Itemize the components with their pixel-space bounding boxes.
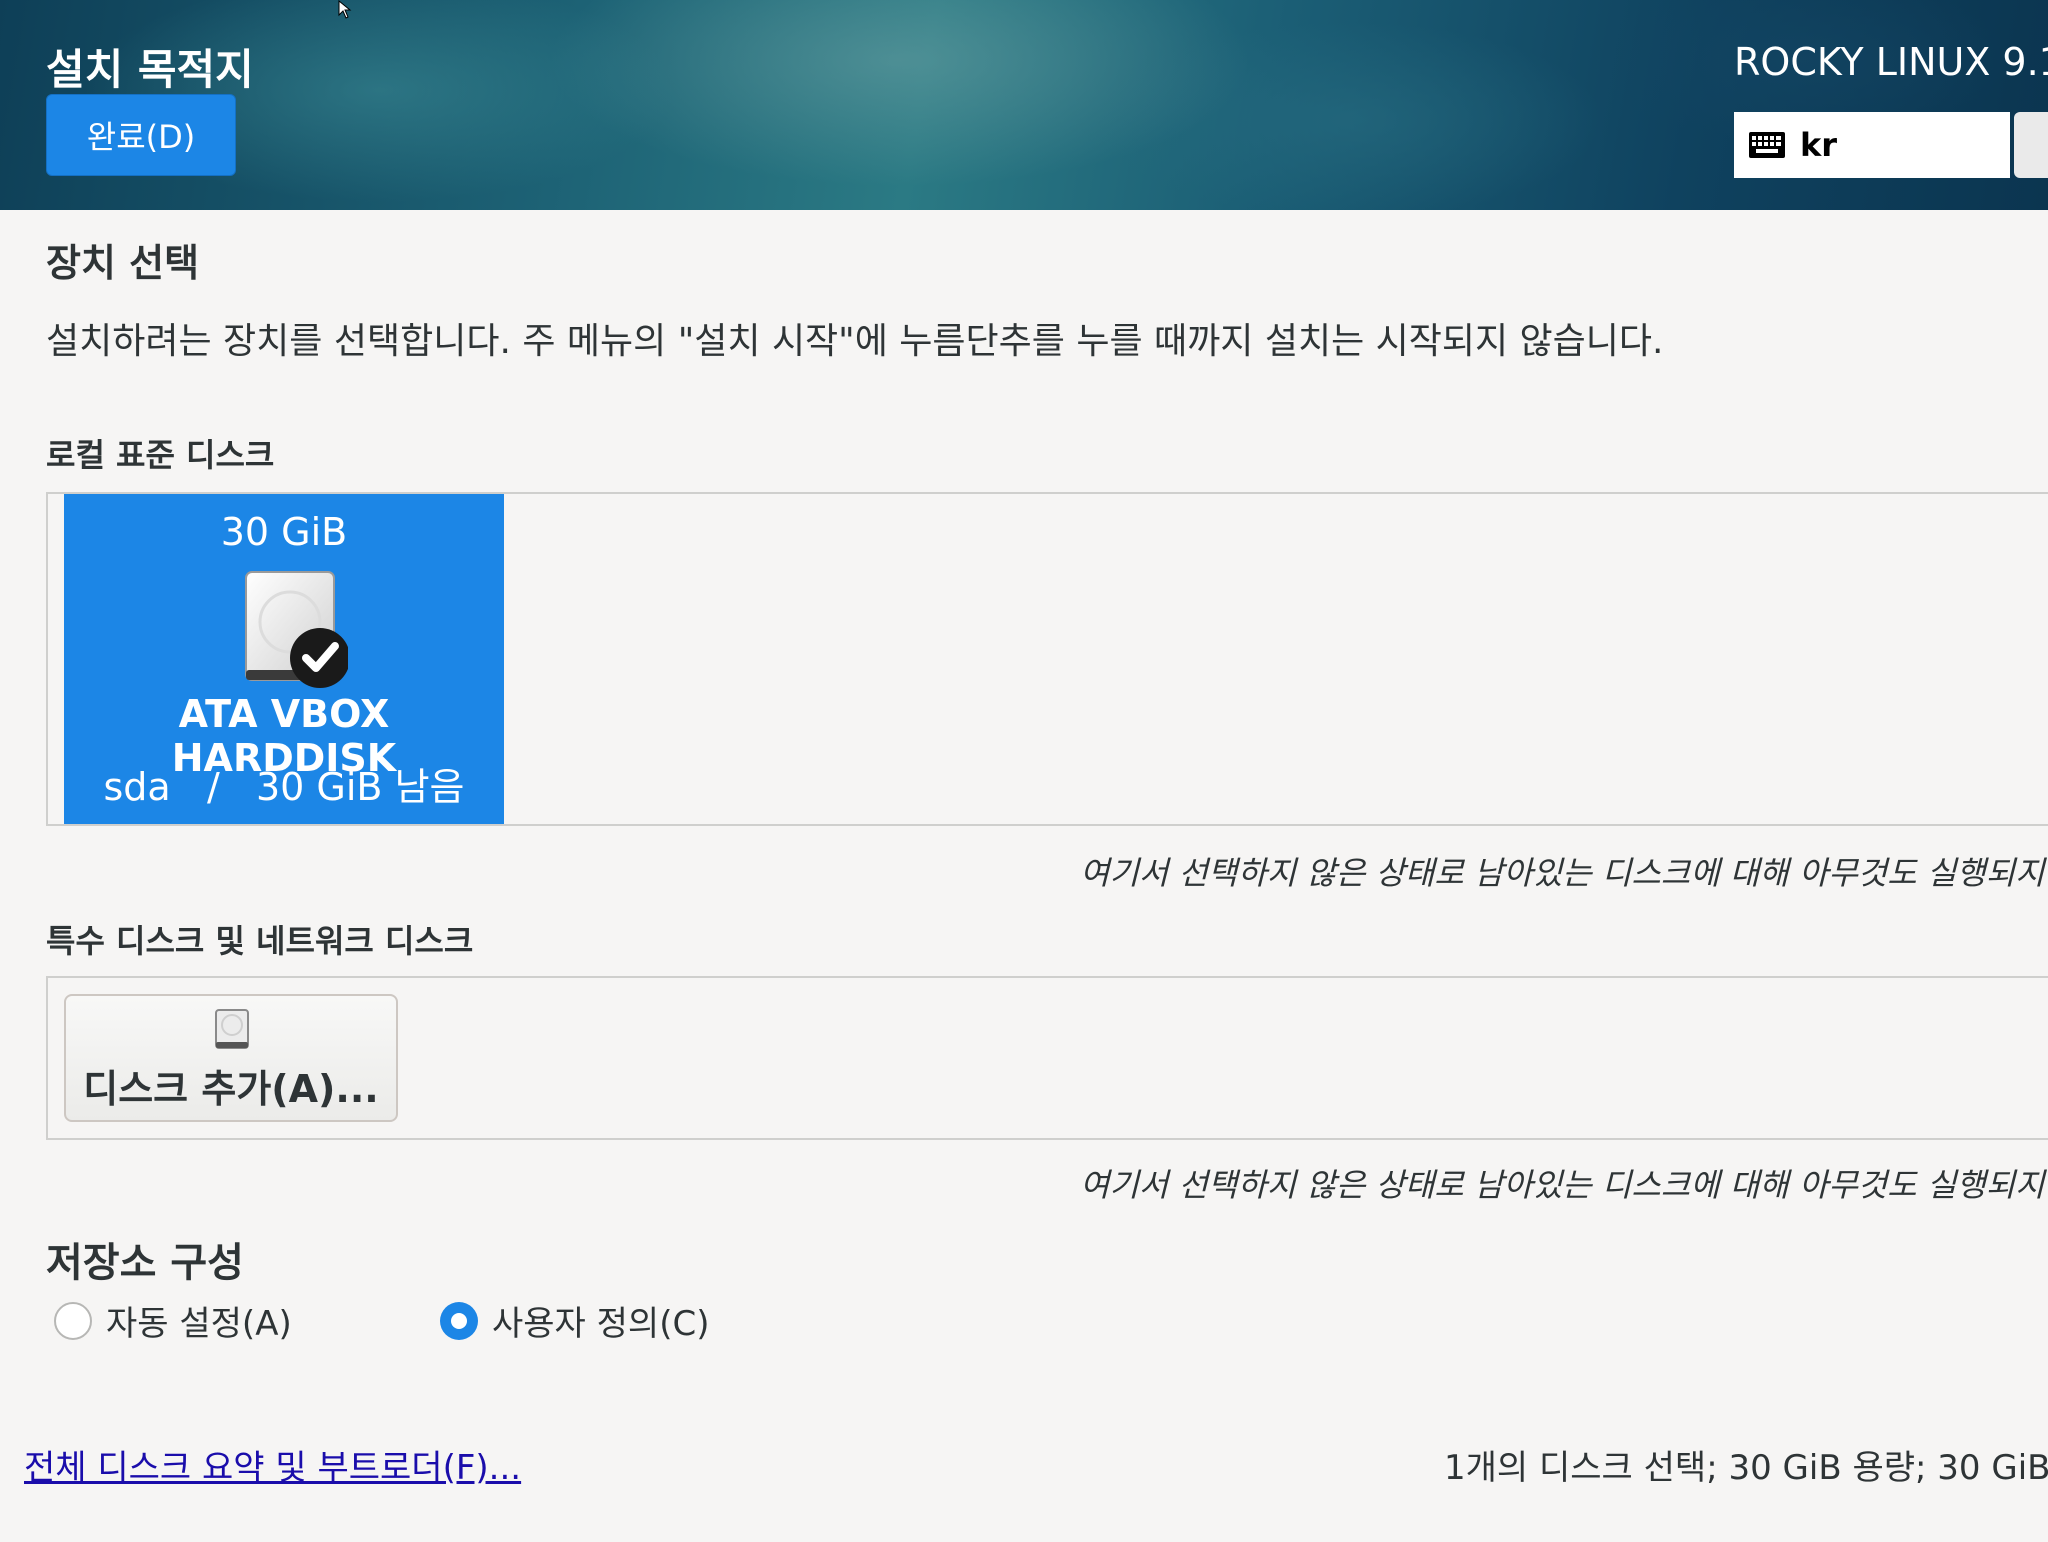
disk-info: sda / 30 GiB 남음 xyxy=(103,765,465,809)
selection-status: 1개의 디스크 선택; 30 GiB 용량; 30 GiB 남음 xyxy=(1444,1448,2048,1488)
local-disks-title: 로컬 표준 디스크 xyxy=(46,436,275,474)
local-disks-note: 여기서 선택하지 않은 상태로 남아있는 디스크에 대해 아무것도 실행되지 xyxy=(1080,854,2045,892)
keyboard-icon xyxy=(1749,132,1785,158)
add-disk-button[interactable]: 디스크 추가(A)... xyxy=(64,994,398,1122)
special-disks-title: 특수 디스크 및 네트워크 디스크 xyxy=(46,922,474,960)
keyboard-layout-label: kr xyxy=(1800,126,1838,164)
distro-title: ROCKY LINUX 9.1 xyxy=(1734,40,2048,84)
device-selection-description: 설치하려는 장치를 선택합니다. 주 메뉴의 "설치 시작"에 누름단추를 누를… xyxy=(46,321,1664,362)
help-button[interactable] xyxy=(2014,112,2048,178)
harddisk-checked-icon xyxy=(245,571,348,688)
radio-button-unchecked[interactable] xyxy=(54,1301,92,1340)
radio-automatic-label: 자동 설정(A) xyxy=(106,1304,292,1344)
storage-config-title: 저장소 구성 xyxy=(46,1240,244,1286)
radio-custom-label: 사용자 정의(C) xyxy=(492,1304,710,1344)
device-selection-title: 장치 선택 xyxy=(46,241,200,285)
keyboard-layout-indicator[interactable]: kr xyxy=(1734,112,2010,178)
special-disks-note: 여기서 선택하지 않은 상태로 남아있는 디스크에 대해 아무것도 실행되지 xyxy=(1080,1166,2045,1204)
disk-tile-sda[interactable]: 30 GiB ATA VBOX HARDDISK sda / 30 GiB 남음 xyxy=(64,494,504,824)
harddisk-icon xyxy=(215,1009,249,1049)
radio-button-checked[interactable] xyxy=(440,1301,478,1340)
radio-automatic[interactable]: 자동 설정(A) xyxy=(54,1296,292,1345)
header-banner: 설치 목적지 완료(D) ROCKY LINUX 9.1 kr xyxy=(0,0,2048,210)
mouse-cursor-icon xyxy=(338,0,352,19)
done-button[interactable]: 완료(D) xyxy=(46,94,236,176)
add-disk-label: 디스크 추가(A)... xyxy=(83,1067,379,1111)
disk-summary-link[interactable]: 전체 디스크 요약 및 부트로더(F)... xyxy=(24,1440,521,1489)
page-title: 설치 목적지 xyxy=(46,45,254,94)
radio-custom[interactable]: 사용자 정의(C) xyxy=(440,1296,709,1345)
disk-size: 30 GiB xyxy=(220,510,348,554)
